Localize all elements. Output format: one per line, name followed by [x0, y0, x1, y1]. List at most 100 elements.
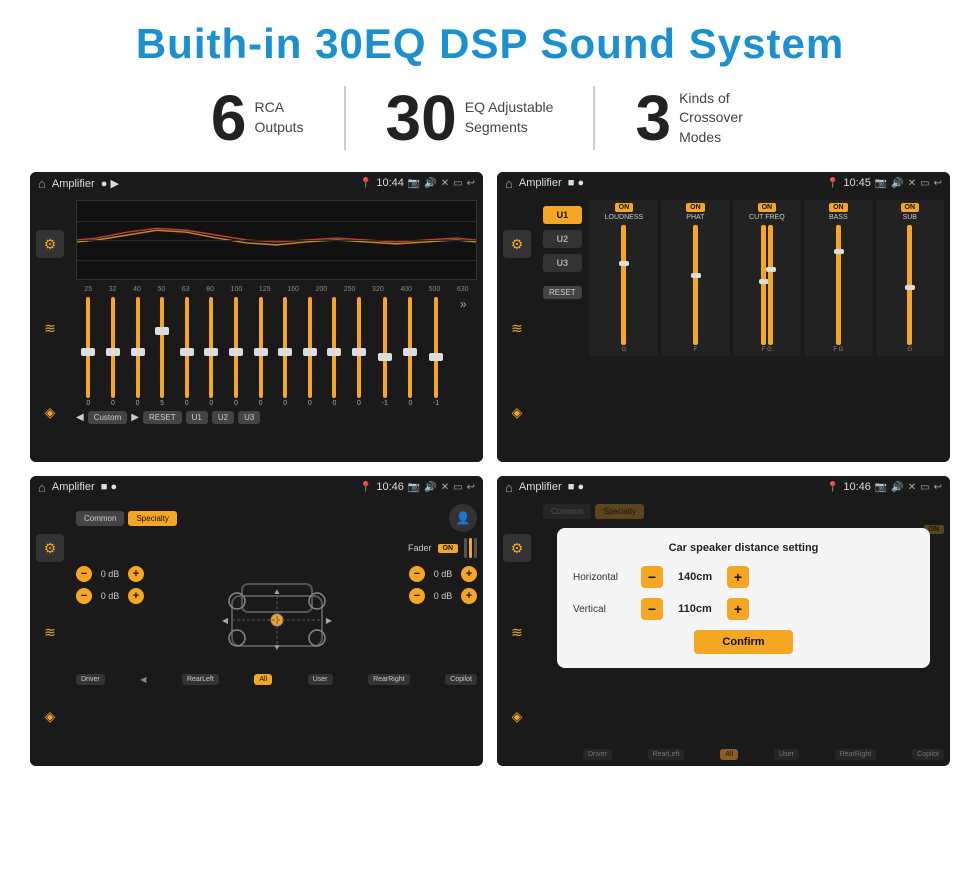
eq-thumb-3[interactable]	[155, 327, 169, 335]
eq-reset-btn[interactable]: RESET	[143, 411, 182, 424]
distance-vertical-plus[interactable]: +	[727, 598, 749, 620]
xover-loudness-thumb[interactable]	[619, 261, 629, 266]
eq-slider-2[interactable]: 0	[136, 297, 140, 407]
eq-slider-3[interactable]: 5	[160, 297, 164, 407]
fader-driver-btn[interactable]: Driver	[76, 674, 105, 685]
xover-cutfreq-thumb2[interactable]	[766, 267, 776, 272]
eq-slider-14[interactable]: -1	[433, 297, 439, 407]
distance-vertical-minus[interactable]: −	[641, 598, 663, 620]
eq-back-icon[interactable]: ↩	[467, 178, 475, 189]
eq-slider-8[interactable]: 0	[283, 297, 287, 407]
eq-slider-7[interactable]: 0	[259, 297, 263, 407]
eq-u3-btn[interactable]: U3	[238, 411, 260, 424]
xover-cutfreq-on[interactable]: ON	[758, 203, 777, 212]
eq-slider-9[interactable]: 0	[308, 297, 312, 407]
eq-prev-btn[interactable]: ◀	[76, 412, 84, 423]
eq-slider-5[interactable]: 0	[209, 297, 213, 407]
dist-home-icon[interactable]: ⌂	[505, 480, 513, 495]
dist-tuner-icon[interactable]: ⚙	[503, 534, 531, 562]
fader-minus-3[interactable]: −	[409, 588, 425, 604]
xover-sub-on[interactable]: ON	[901, 203, 920, 212]
fader-tuner-icon[interactable]: ⚙	[36, 534, 64, 562]
fader-back-icon[interactable]: ↩	[467, 482, 475, 493]
xover-u1-btn[interactable]: U1	[543, 206, 582, 224]
fader-user-btn[interactable]: User	[308, 674, 333, 685]
eq-thumb-9[interactable]	[303, 348, 317, 356]
fader-minus-1[interactable]: −	[76, 588, 92, 604]
xover-back-icon[interactable]: ↩	[934, 178, 942, 189]
fader-plus-1[interactable]: +	[128, 588, 144, 604]
dist-back-icon[interactable]: ↩	[934, 482, 942, 493]
eq-tuner-icon[interactable]: ⚙	[36, 230, 64, 258]
eq-thumb-5[interactable]	[204, 348, 218, 356]
xover-bass-thumb[interactable]	[834, 249, 844, 254]
fader-avatar-btn[interactable]: 👤	[449, 504, 477, 532]
fader-car-diagram: ▲ ▼ ◀ ▶	[152, 566, 401, 666]
dist-speaker-icon[interactable]: ◈	[503, 702, 531, 730]
dist-wave-icon[interactable]: ≋	[503, 618, 531, 646]
eq-u2-btn[interactable]: U2	[212, 411, 234, 424]
eq-slider-1[interactable]: 0	[111, 297, 115, 407]
eq-thumb-13[interactable]	[403, 348, 417, 356]
eq-thumb-8[interactable]	[278, 348, 292, 356]
eq-speaker-icon[interactable]: ◈	[36, 398, 64, 426]
eq-thumb-12[interactable]	[378, 353, 392, 361]
eq-home-icon[interactable]: ⌂	[38, 176, 46, 191]
fader-tab-specialty[interactable]: Specialty	[128, 511, 176, 526]
xover-phat-thumb[interactable]	[691, 273, 701, 278]
eq-thumb-7[interactable]	[254, 348, 268, 356]
xover-speaker-icon[interactable]: ◈	[503, 398, 531, 426]
fader-plus-2[interactable]: +	[461, 566, 477, 582]
fader-minus-0[interactable]: −	[76, 566, 92, 582]
fader-plus-3[interactable]: +	[461, 588, 477, 604]
xover-home-icon[interactable]: ⌂	[505, 176, 513, 191]
xover-phat-on[interactable]: ON	[686, 203, 705, 212]
xover-tuner-icon[interactable]: ⚙	[503, 230, 531, 258]
fader-copilot-btn[interactable]: Copilot	[445, 674, 477, 685]
distance-content: ⚙ ≋ ◈ Common Specialty ON	[497, 498, 950, 766]
fader-speaker-icon[interactable]: ◈	[36, 702, 64, 730]
eq-wave-icon[interactable]: ≋	[36, 314, 64, 342]
eq-slider-12[interactable]: -1	[382, 297, 388, 407]
xover-wave-icon[interactable]: ≋	[503, 314, 531, 342]
xover-loudness-on[interactable]: ON	[615, 203, 634, 212]
eq-slider-4[interactable]: 0	[185, 297, 189, 407]
eq-thumb-10[interactable]	[327, 348, 341, 356]
fader-plus-0[interactable]: +	[128, 566, 144, 582]
distance-horizontal-plus[interactable]: +	[727, 566, 749, 588]
fader-tab-common[interactable]: Common	[76, 511, 124, 526]
xover-sub-thumb[interactable]	[905, 285, 915, 290]
eq-next-btn[interactable]: ▶	[131, 412, 139, 423]
fader-wave-icon[interactable]: ≋	[36, 618, 64, 646]
eq-slider-13[interactable]: 0	[408, 297, 412, 407]
eq-slider-6[interactable]: 0	[234, 297, 238, 407]
fader-arrow-left[interactable]: ◀	[140, 675, 146, 684]
xover-reset-btn[interactable]: RESET	[543, 286, 582, 299]
fader-rearright-btn[interactable]: RearRight	[368, 674, 410, 685]
fader-left-controls: − 0 dB + − 0 dB +	[76, 566, 144, 666]
eq-thumb-14[interactable]	[429, 353, 443, 361]
fader-minus-2[interactable]: −	[409, 566, 425, 582]
fader-home-icon[interactable]: ⌂	[38, 480, 46, 495]
eq-thumb-1[interactable]	[106, 348, 120, 356]
eq-thumb-6[interactable]	[229, 348, 243, 356]
eq-more-btn[interactable]: »	[460, 297, 467, 407]
freq-100: 100	[231, 286, 243, 293]
fader-all-btn[interactable]: All	[254, 674, 272, 685]
eq-u1-btn[interactable]: U1	[186, 411, 208, 424]
eq-slider-11[interactable]: 0	[357, 297, 361, 407]
eq-thumb-0[interactable]	[81, 348, 95, 356]
dist-screen-title: Amplifier ■ ●	[519, 481, 821, 493]
xover-bass-on[interactable]: ON	[829, 203, 848, 212]
xover-u2-btn[interactable]: U2	[543, 230, 582, 248]
xover-u3-btn[interactable]: U3	[543, 254, 582, 272]
eq-thumb-11[interactable]	[352, 348, 366, 356]
confirm-button[interactable]: Confirm	[694, 630, 792, 654]
eq-thumb-4[interactable]	[180, 348, 194, 356]
fader-on-badge[interactable]: ON	[438, 544, 459, 553]
fader-rearleft-btn[interactable]: RearLeft	[182, 674, 219, 685]
eq-slider-0[interactable]: 0	[86, 297, 90, 407]
eq-thumb-2[interactable]	[131, 348, 145, 356]
eq-slider-10[interactable]: 0	[332, 297, 336, 407]
distance-horizontal-minus[interactable]: −	[641, 566, 663, 588]
